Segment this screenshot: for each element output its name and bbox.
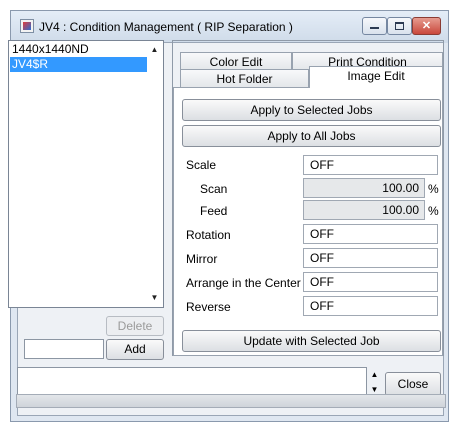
- title-bar[interactable]: JV4 : Condition Management ( RIP Separat…: [11, 11, 448, 43]
- list-scrollbar[interactable]: ▲ ▼: [147, 42, 162, 306]
- apply-selected-jobs-button[interactable]: Apply to Selected Jobs: [182, 99, 441, 121]
- rotation-select[interactable]: OFF: [303, 224, 438, 244]
- list-item-selected[interactable]: JV4$R: [10, 57, 147, 72]
- list-item[interactable]: 1440x1440ND: [10, 42, 147, 57]
- arrange-center-select[interactable]: OFF: [303, 272, 438, 292]
- scale-select[interactable]: OFF: [303, 155, 438, 175]
- spin-up-icon[interactable]: ▲: [367, 367, 382, 382]
- mirror-label: Mirror: [186, 252, 218, 266]
- status-bar: [16, 394, 446, 408]
- feed-unit: %: [428, 204, 439, 218]
- close-icon: ✕: [421, 20, 432, 32]
- scan-value-field: 100.00: [303, 178, 425, 198]
- rotation-label: Rotation: [186, 228, 231, 242]
- minimize-button[interactable]: [362, 17, 387, 35]
- maximize-button[interactable]: [387, 17, 412, 35]
- minimize-icon: [370, 27, 379, 29]
- scale-label: Scale: [186, 158, 217, 172]
- add-button[interactable]: Add: [106, 339, 164, 360]
- feed-value-field: 100.00: [303, 200, 425, 220]
- scroll-down-icon[interactable]: ▼: [147, 292, 162, 304]
- update-with-selected-job-button[interactable]: Update with Selected Job: [182, 330, 441, 352]
- arrange-center-label: Arrange in the Center: [186, 276, 301, 290]
- reverse-label: Reverse: [186, 300, 231, 314]
- condition-name-input[interactable]: [24, 339, 104, 359]
- tab-image-edit[interactable]: Image Edit: [309, 66, 443, 88]
- condition-list[interactable]: 1440x1440ND JV4$R ▲ ▼: [8, 40, 164, 308]
- delete-button[interactable]: Delete: [106, 316, 164, 336]
- reverse-select[interactable]: OFF: [303, 296, 438, 316]
- feed-label: Feed: [200, 204, 228, 218]
- maximize-icon: [395, 22, 404, 30]
- window-title: JV4 : Condition Management ( RIP Separat…: [39, 20, 293, 34]
- scan-label: Scan: [200, 182, 228, 196]
- tab-hot-folder[interactable]: Hot Folder: [180, 69, 309, 88]
- scroll-up-icon[interactable]: ▲: [147, 44, 162, 56]
- mirror-select[interactable]: OFF: [303, 248, 438, 268]
- scan-unit: %: [428, 182, 439, 196]
- apply-all-jobs-button[interactable]: Apply to All Jobs: [182, 125, 441, 147]
- close-button[interactable]: Close: [385, 372, 441, 396]
- close-window-button[interactable]: ✕: [412, 17, 441, 35]
- app-icon: [20, 19, 34, 33]
